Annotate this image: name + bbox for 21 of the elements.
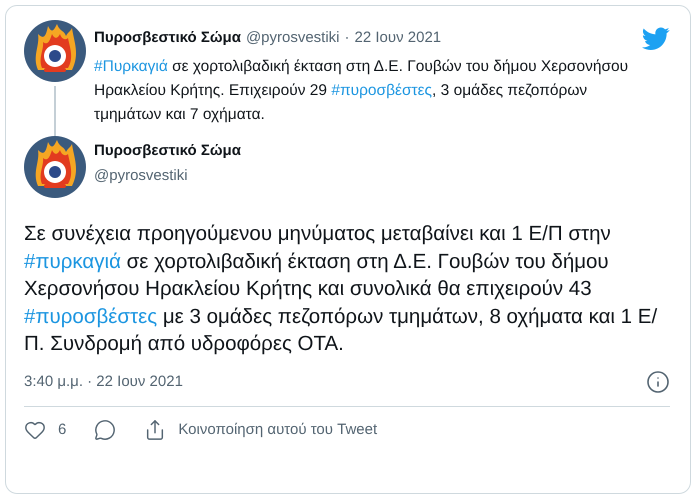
author-name[interactable]: Πυροσβεστικό Σώμα [94, 142, 241, 159]
hashtag-link[interactable]: #πυροσβέστες [331, 82, 432, 99]
info-icon[interactable] [646, 370, 670, 394]
hashtag-link[interactable]: #Πυρκαγιά [94, 58, 168, 75]
tweet-date[interactable]: 22 Ιουν 2021 [354, 29, 442, 46]
author-handle[interactable]: @pyrosvestiki [246, 29, 340, 46]
fire-emblem-icon [24, 20, 86, 82]
hashtag-link[interactable]: #πυροσβέστες [24, 304, 158, 328]
separator: · [344, 29, 350, 46]
share-button[interactable]: Κοινοποίηση αυτού του Tweet [144, 418, 378, 441]
like-button[interactable]: 6 [24, 418, 66, 441]
quoted-tweet-text: #Πυρκαγιά σε χορτολιβαδική έκταση στη Δ.Ε. Γουβών του δήμου Χερσονήσου Ηρακλείου Κρήτης. Επιχειρούν 29 #πυροσβέστες, 3 ομάδες πεζοπόρων τμημάτων και 7 οχήματα. [94, 57, 630, 125]
fire-emblem-icon [24, 136, 86, 198]
tweet-timestamp[interactable]: 3:40 μ.μ. · 22 Ιουν 2021 [24, 373, 183, 390]
author-name[interactable]: Πυροσβεστικό Σώμα [94, 29, 241, 46]
author-handle[interactable]: @pyrosvestiki [94, 167, 241, 184]
bird-icon[interactable] [642, 27, 670, 51]
tweet-text: Σε συνέχεια προηγούμενου μηνύματος μεταβαίνει και 1 Ε/Π στην #πυρκαγιά σε χορτολιβαδική έκταση στη Δ.Ε. Γουβών του δήμου Χερσονήσου Ηρακλείου Κρήτης και συνολικά θα επιχειρούν 43 #πυροσβέστες με 3 ομάδες πεζοπόρων τμημάτων, 8 οχήματα και 1 Ε/Π. Συνδρομή από υδροφόρες ΟΤΑ. [24, 221, 658, 358]
hashtag-link[interactable]: #πυρκαγιά [24, 250, 121, 273]
speech-bubble-icon [94, 418, 116, 441]
reply-button[interactable] [94, 418, 116, 441]
